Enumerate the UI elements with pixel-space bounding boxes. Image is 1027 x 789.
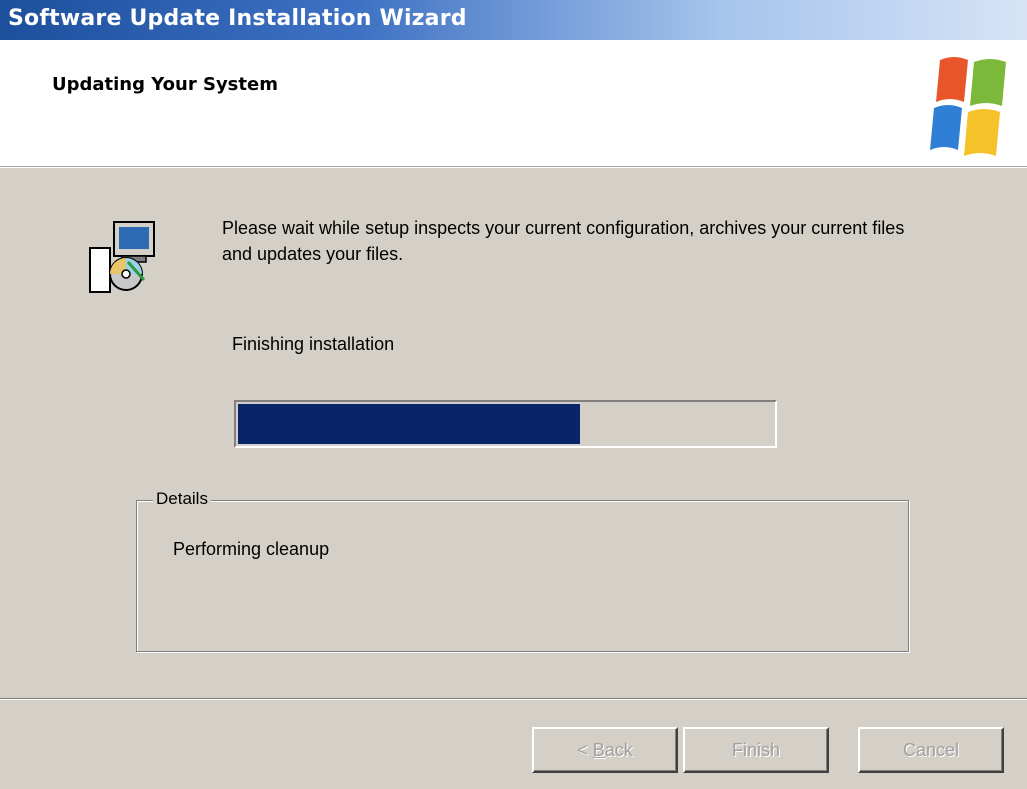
wizard-header: Updating Your System [0,40,1027,167]
details-legend: Details [153,489,211,509]
windows-logo-icon [930,57,1006,156]
back-mnemonic: B [592,739,605,760]
setup-computer-icon [89,221,155,293]
page-title: Updating Your System [52,74,278,95]
progress-bar [234,400,777,448]
details-groupbox: Details Performing cleanup [136,489,909,652]
back-button[interactable]: < Back [532,727,678,773]
back-prefix: < [577,739,593,760]
cancel-button[interactable]: Cancel [858,727,1004,773]
title-bar: Software Update Installation Wizard [0,0,1027,40]
finish-button[interactable]: Finish [683,727,829,773]
status-text: Finishing installation [232,334,395,354]
window-title: Software Update Installation Wizard [8,6,467,31]
back-rest: ack [604,739,633,760]
footer-divider-highlight [0,699,1027,700]
progress-bar-fill [238,404,580,444]
header-divider-highlight [0,167,1027,168]
description-text: Please wait while setup inspects your cu… [222,218,905,264]
details-text: Performing cleanup [173,539,330,559]
